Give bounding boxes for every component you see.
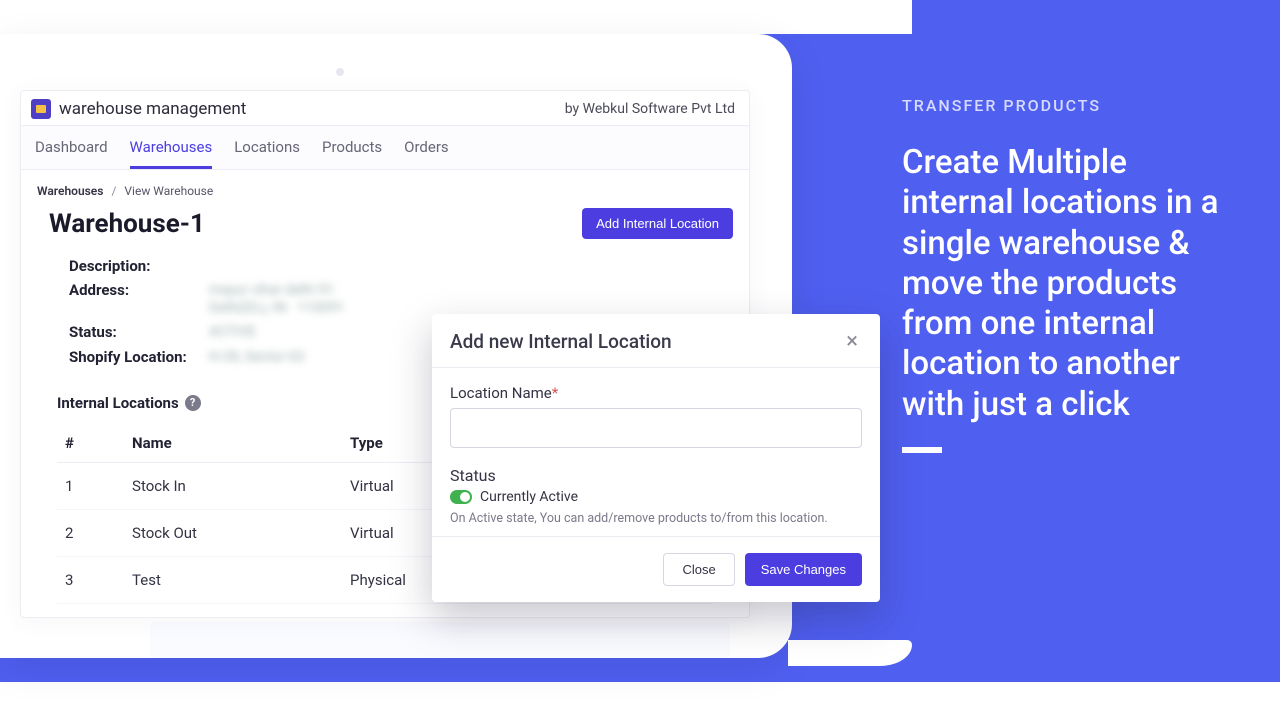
promo-underline <box>902 447 942 453</box>
cell-idx: 3 <box>57 556 124 603</box>
cell-name: Test <box>124 556 342 603</box>
promo-heading: Create Multiple internal locations in a … <box>902 143 1222 425</box>
breadcrumb-root[interactable]: Warehouses <box>37 184 103 198</box>
location-name-input[interactable] <box>450 408 862 448</box>
label-description: Description: <box>69 257 209 275</box>
help-icon[interactable]: ? <box>185 395 201 411</box>
cell-idx: 2 <box>57 509 124 556</box>
address-line2: Delhi(DL), IN · 110091 <box>209 299 344 317</box>
app-name: warehouse management <box>59 99 246 119</box>
app-vendor: by Webkul Software Pvt Ltd <box>565 101 735 117</box>
status-hint: On Active state, You can add/remove prod… <box>450 511 862 526</box>
cell-idx: 1 <box>57 462 124 509</box>
close-button[interactable]: Close <box>663 553 734 586</box>
tab-orders[interactable]: Orders <box>404 132 449 169</box>
status-heading: Status <box>450 466 862 485</box>
tab-warehouses[interactable]: Warehouses <box>130 132 213 169</box>
label-status: Status: <box>69 323 209 341</box>
value-shopify-location: H-28, Sector 63 <box>209 348 304 366</box>
col-name: Name <box>124 424 342 463</box>
device-lip <box>788 640 912 666</box>
location-name-label: Location Name* <box>450 384 862 402</box>
top-white-strip <box>0 0 912 34</box>
tab-dashboard[interactable]: Dashboard <box>35 132 108 169</box>
col-idx: # <box>57 424 124 463</box>
address-line1: mayur vihar delhi 91 <box>209 281 344 299</box>
label-shopify-location: Shopify Location: <box>69 348 209 366</box>
value-address: mayur vihar delhi 91 Delhi(DL), IN · 110… <box>209 281 344 317</box>
modal-footer: Close Save Changes <box>432 536 880 602</box>
add-internal-location-button[interactable]: Add Internal Location <box>582 208 733 239</box>
device-stand <box>150 622 730 658</box>
page-title: Warehouse-1 <box>49 209 205 239</box>
promo-panel: TRANSFER PRODUCTS Create Multiple intern… <box>902 96 1222 453</box>
app-tabs: Dashboard Warehouses Locations Products … <box>21 126 749 170</box>
app-titlebar: warehouse management by Webkul Software … <box>21 91 749 126</box>
status-toggle-label: Currently Active <box>480 489 578 505</box>
value-status: ACTIVE <box>209 323 256 341</box>
breadcrumb-sep: / <box>111 184 116 198</box>
cell-name: Stock In <box>124 462 342 509</box>
modal-header: Add new Internal Location × <box>432 314 880 368</box>
tab-products[interactable]: Products <box>322 132 382 169</box>
location-name-label-text: Location Name <box>450 384 552 402</box>
app-logo-icon <box>31 99 51 119</box>
add-location-modal: Add new Internal Location × Location Nam… <box>432 314 880 602</box>
modal-title: Add new Internal Location <box>450 330 672 353</box>
bottom-white-strip <box>0 682 1280 720</box>
modal-body: Location Name* Status Currently Active O… <box>432 368 880 536</box>
device-camera-dot <box>336 68 344 76</box>
page-header: Warehouse-1 Add Internal Location <box>21 204 749 253</box>
required-mark: * <box>552 384 558 402</box>
close-icon[interactable]: × <box>842 331 862 353</box>
breadcrumb-current: View Warehouse <box>124 184 213 198</box>
promo-eyebrow: TRANSFER PRODUCTS <box>902 96 1222 115</box>
save-changes-button[interactable]: Save Changes <box>745 553 862 586</box>
breadcrumb: Warehouses / View Warehouse <box>21 170 749 204</box>
label-address: Address: <box>69 281 209 299</box>
status-toggle[interactable] <box>450 490 472 504</box>
cell-name: Stock Out <box>124 509 342 556</box>
section-title-text: Internal Locations <box>57 394 179 412</box>
tab-locations[interactable]: Locations <box>234 132 300 169</box>
